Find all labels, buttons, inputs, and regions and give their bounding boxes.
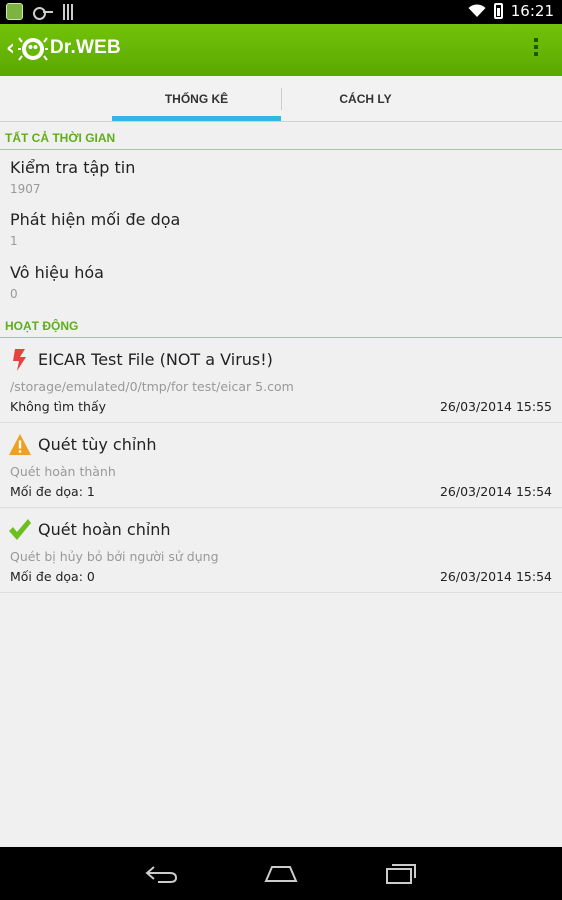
navigation-bar	[0, 847, 562, 900]
drweb-spider-logo[interactable]	[18, 34, 48, 64]
stat-label: Kiểm tra tập tin	[10, 158, 136, 177]
activity-item-custom-scan[interactable]: Quét tùy chỉnh Quét hoàn thành Mối đe dọ…	[0, 423, 562, 508]
activity-title: EICAR Test File (NOT a Virus!)	[38, 350, 273, 369]
tab-divider	[281, 88, 282, 110]
stat-files-checked: Kiểm tra tập tin 1907	[10, 158, 550, 196]
tab-quarantine[interactable]: CÁCH LY	[281, 76, 450, 122]
signal-bars-icon	[63, 3, 75, 20]
app-title: Dr.WEB	[50, 37, 121, 58]
back-icon[interactable]	[144, 861, 178, 885]
activity-date: 26/03/2014 15:55	[439, 399, 552, 414]
home-icon[interactable]	[264, 861, 298, 885]
battery-icon	[493, 3, 503, 19]
stat-label: Phát hiện mối đe dọa	[10, 210, 181, 229]
activity-item-full-scan[interactable]: Quét hoàn chỉnh Quét bị hủy bỏ bởi người…	[0, 508, 562, 593]
stat-threats-detected: Phát hiện mối đe dọa 1	[10, 210, 550, 248]
activity-date: 26/03/2014 15:54	[439, 484, 552, 499]
section-header-activity: HOẠT ĐỘNG	[0, 310, 562, 338]
status-bar: 16:21	[0, 0, 562, 24]
status-time: 16:21	[510, 2, 554, 20]
activity-title: Quét tùy chỉnh	[38, 435, 157, 454]
section-header-label: HOẠT ĐỘNG	[5, 319, 79, 333]
activity-status: Không tìm thấy	[10, 399, 107, 414]
stat-value: 1	[10, 234, 18, 248]
action-bar: ‹ Dr.WEB	[0, 24, 562, 76]
warning-icon	[9, 434, 31, 455]
key-icon	[33, 6, 53, 20]
wifi-icon	[468, 4, 486, 17]
activity-title: Quét hoàn chỉnh	[38, 520, 171, 539]
activity-date: 26/03/2014 15:54	[439, 569, 552, 584]
section-header-label: TẤT CẢ THỜI GIAN	[5, 131, 116, 145]
stat-neutralized: Vô hiệu hóa 0	[10, 263, 550, 301]
activity-status: Mối đe dọa: 1	[10, 484, 95, 499]
activity-item-eicar[interactable]: EICAR Test File (NOT a Virus!) /storage/…	[0, 338, 562, 423]
section-header-all-time: TẤT CẢ THỜI GIAN	[0, 122, 562, 150]
overflow-menu-icon[interactable]	[534, 38, 540, 60]
activity-subtitle: Quét bị hủy bỏ bởi người sử dụng	[10, 549, 219, 564]
stat-value: 0	[10, 287, 18, 301]
activity-subtitle: /storage/emulated/0/tmp/for test/eicar 5…	[10, 379, 294, 394]
stat-value: 1907	[10, 182, 41, 196]
recent-apps-icon[interactable]	[384, 861, 418, 885]
activity-subtitle: Quét hoàn thành	[10, 464, 116, 479]
back-chevron-icon[interactable]: ‹	[6, 38, 15, 60]
stat-label: Vô hiệu hóa	[10, 263, 104, 282]
statistics-content: TẤT CẢ THỜI GIAN Kiểm tra tập tin 1907 P…	[0, 122, 562, 847]
checkmark-icon	[9, 519, 31, 540]
android-notification-icon	[6, 3, 23, 20]
tab-selected-indicator	[112, 116, 281, 121]
activity-status: Mối đe dọa: 0	[10, 569, 95, 584]
lightning-icon	[13, 349, 26, 371]
